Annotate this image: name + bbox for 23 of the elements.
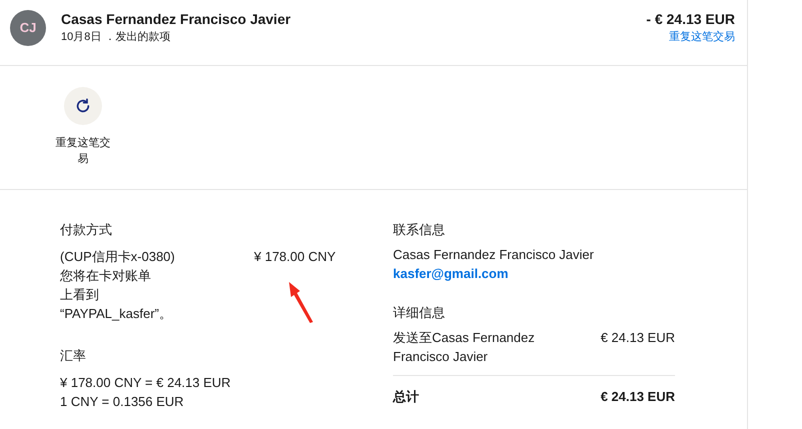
detail-amount: € 24.13 EUR <box>600 329 675 347</box>
repeat-label: 重复这笔交易 <box>54 136 112 167</box>
email-link[interactable]: kasfer@gmail.com <box>393 264 675 283</box>
contact-name: Casas Fernandez Francisco Javier <box>393 246 595 264</box>
section-heading: 汇率 <box>60 347 87 365</box>
payment-amount: ¥ 178.00 CNY <box>254 248 336 266</box>
total-amount: € 24.13 EUR <box>600 388 675 406</box>
repeat-button[interactable] <box>64 87 102 125</box>
payment-method: (CUP信用卡x-0380) <box>60 248 176 266</box>
exchange-rate: 1 CNY = 0.1356 EUR <box>60 393 185 411</box>
exchange-rate: ¥ 178.00 CNY = € 24.13 EUR <box>60 374 232 392</box>
section-heading: 详细信息 <box>393 304 446 322</box>
detail-label: 发送至Casas Fernandez Francisco Javier <box>393 329 536 366</box>
transaction-amount: - € 24.13 EUR <box>646 10 735 28</box>
avatar: CJ <box>10 10 46 46</box>
statement-note: 您将在卡对账单上看到“PAYPAL_kasfer”。 <box>60 267 163 323</box>
section-heading: 联系信息 <box>393 221 446 239</box>
payee-name: Casas Fernandez Francisco Javier <box>61 10 291 28</box>
total-label: 总计 <box>393 388 419 406</box>
transaction-date: 10月8日 ．发出的款项 <box>61 30 172 45</box>
refresh-icon <box>75 98 91 114</box>
repeat-link[interactable]: 重复这笔交易 <box>669 29 735 45</box>
section-heading: 付款方式 <box>60 221 113 239</box>
